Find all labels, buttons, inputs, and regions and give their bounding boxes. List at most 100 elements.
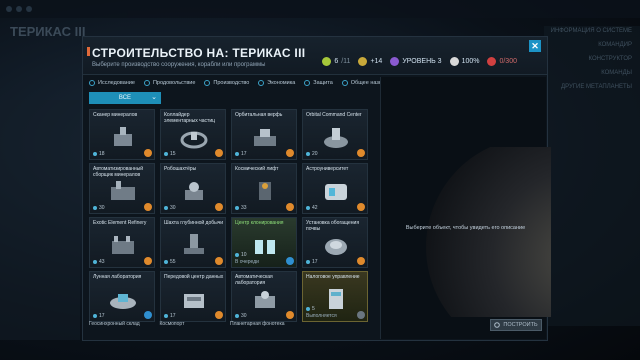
radio-icon [258, 80, 265, 86]
cost-value: 30 [99, 205, 105, 211]
building-card[interactable]: Центр клонирования В очереди 10 [231, 217, 297, 268]
bg-right-label: КОМАНДИР [598, 42, 632, 48]
chevron-down-icon: ⌄ [151, 94, 157, 101]
filter-food[interactable]: Продовольствие [143, 80, 196, 86]
building-card[interactable]: Лунная лаборатория 17 [89, 271, 155, 322]
building-illustration [185, 182, 203, 200]
filter-label: Защита [313, 80, 333, 86]
category-badge-icon [357, 149, 365, 157]
category-badge-icon [215, 149, 223, 157]
building-card[interactable]: Установка обогащения почвы 17 [302, 217, 368, 268]
approval-value: 100% [461, 58, 480, 65]
stat-resource: 6/11 [322, 57, 350, 66]
stat-approval: 100% [449, 57, 480, 66]
cost-value: 5 [312, 306, 315, 312]
building-illustration [110, 294, 136, 309]
building-card[interactable]: Передовой центр данных 17 [160, 271, 226, 322]
building-cost: 55 [164, 259, 176, 265]
category-badge-icon [357, 203, 365, 211]
category-badge-icon [144, 149, 152, 157]
stat-influence: 0/300 [487, 57, 517, 66]
approval-icon [449, 57, 459, 66]
building-card[interactable]: Орбитальная верфь 17 [231, 109, 297, 160]
level-value: УРОВЕНЬ 3 [402, 58, 442, 65]
building-illustration [324, 128, 348, 148]
category-badge-icon [144, 203, 152, 211]
building-cost: 30 [93, 205, 105, 211]
building-illustration [114, 127, 132, 146]
cost-value: 55 [170, 259, 176, 265]
building-card[interactable]: Космический лифт 33 [231, 163, 297, 214]
building-card[interactable]: Сканер минералов 18 [89, 109, 155, 160]
close-button[interactable]: ✕ [529, 40, 541, 52]
building-illustration [255, 240, 275, 254]
building-name: Центр клонирования [235, 220, 284, 226]
cost-value: 43 [99, 259, 105, 265]
production-icon [164, 314, 168, 318]
production-icon [235, 253, 239, 257]
category-badge-icon [286, 311, 294, 319]
category-dropdown[interactable]: ВСЕ ⌄ [89, 92, 161, 104]
building-name: Передовой центр данных [164, 274, 224, 280]
building-name: Космический лифт [235, 166, 279, 172]
radio-icon [204, 80, 211, 86]
production-icon [306, 307, 310, 311]
stat-level: УРОВЕНЬ 3 [390, 57, 442, 66]
building-card[interactable]: Налоговое управление Выполняется 5 [302, 271, 368, 322]
building-name: Шахта глубинной добычи [164, 220, 224, 226]
building-illustration [259, 182, 271, 200]
dropdown-value: ВСЕ [118, 95, 132, 101]
category-filters: Исследование Продовольствие Производство… [89, 80, 400, 86]
category-badge-icon [286, 257, 294, 265]
influence-icon [487, 57, 497, 66]
radio-icon [89, 80, 95, 86]
building-illustration [112, 236, 134, 254]
category-badge-icon [144, 257, 152, 265]
building-card[interactable]: Коллайдер элементарных частиц 15 [160, 109, 226, 160]
filter-research[interactable]: Исследование [89, 80, 135, 86]
bg-dot-icon [26, 6, 32, 12]
stats-bar: 6/11 +14 УРОВЕНЬ 3 100% 0/300 [322, 57, 517, 66]
building-card[interactable]: Шахта глубинной добычи 55 [160, 217, 226, 268]
production-icon [235, 152, 239, 156]
production-icon [93, 260, 97, 264]
building-name: Лунная лаборатория [93, 274, 142, 280]
build-button[interactable]: ПОСТРОИТЬ [490, 319, 542, 331]
bg-dot-icon [6, 6, 12, 12]
category-badge-icon [286, 203, 294, 211]
building-card[interactable]: Астроуниверситет 42 [302, 163, 368, 214]
building-cost: 42 [306, 205, 318, 211]
building-name: Робошахтёры [164, 166, 197, 172]
building-name: Налоговое управление [306, 274, 360, 280]
building-cost: 17 [164, 313, 176, 319]
building-name: Астроуниверситет [306, 166, 349, 172]
building-illustration [184, 234, 204, 254]
influence-value: 0/300 [499, 58, 517, 65]
resource-value: 6 [334, 58, 339, 65]
category-badge-icon [144, 311, 152, 319]
building-card[interactable]: Автоматизированный сборщик минералов 30 [89, 163, 155, 214]
next-row-label[interactable] [301, 321, 372, 327]
building-card[interactable]: Автоматическая лаборатория 30 [231, 271, 297, 322]
description-hint: Выберите объект, чтобы увидеть его описа… [405, 225, 526, 231]
filter-production[interactable]: Производство [204, 80, 249, 86]
category-badge-icon [215, 203, 223, 211]
building-card[interactable]: Робошахтёры 30 [160, 163, 226, 214]
building-card[interactable]: Orbital Command Center 20 [302, 109, 368, 160]
filter-label: Исследование [98, 80, 135, 86]
building-name: Коллайдер элементарных частиц [164, 112, 215, 124]
filter-label: Продовольствие [152, 80, 196, 86]
next-row-labels: Геосинхронный склад Космопорт Планетарна… [89, 321, 371, 327]
building-card[interactable]: Exotic Element Refinery 43 [89, 217, 155, 268]
filter-economy[interactable]: Экономика [258, 80, 295, 86]
next-row-label[interactable]: Планетарная фонотека [230, 321, 301, 327]
production-icon [93, 206, 97, 210]
cost-value: 42 [312, 205, 318, 211]
cost-value: 17 [312, 259, 318, 265]
background-right-panel: ИНФОРМАЦИЯ О СИСТЕМЕ КОМАНДИР КОНСТРУКТО… [544, 26, 640, 326]
next-row-label[interactable]: Геосинхронный склад [89, 321, 160, 327]
building-name: Автоматическая лаборатория [235, 274, 273, 286]
next-row-label[interactable]: Космопорт [160, 321, 231, 327]
cost-value: 33 [241, 205, 247, 211]
filter-defense[interactable]: Защита [304, 80, 333, 86]
